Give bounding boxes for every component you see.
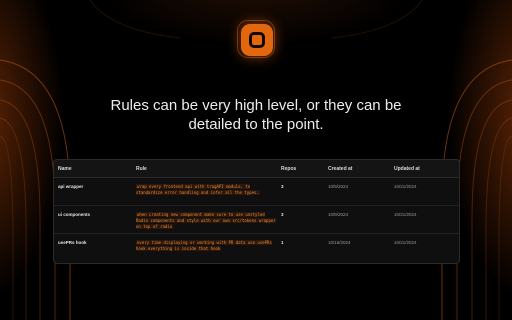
rule-name: api wrapper	[54, 177, 132, 206]
updated-date: 10/21/2024	[390, 205, 459, 234]
rule-text-cell: wrap every frontend api with tragAPI mod…	[132, 177, 277, 206]
updated-date: 10/21/2024	[390, 177, 459, 206]
rule-text: every time displaying or working with PR…	[136, 240, 272, 251]
rules-table: Name Rule Repos Created at Updated at ap…	[54, 160, 459, 261]
created-date: 10/9/2024	[324, 205, 390, 234]
rule-name: usePRs hook	[58, 240, 87, 245]
repos-count: 3	[277, 177, 324, 206]
rule-name: ui components	[54, 205, 132, 234]
table-row[interactable]: ui components when creating new componen…	[54, 205, 459, 234]
rule-text-cell: when creating new component make sure to…	[132, 205, 277, 234]
headline: Rules can be very high level, or they ca…	[110, 97, 402, 133]
app-logo-icon	[241, 24, 273, 56]
table-row[interactable]: api wrapper wrap every frontend api with…	[54, 177, 459, 206]
updated-date: 10/21/2024	[394, 240, 417, 245]
column-header-rule[interactable]: Rule	[132, 160, 277, 178]
column-header-created[interactable]: Created at	[324, 160, 390, 178]
column-header-updated[interactable]: Updated at	[390, 160, 459, 178]
table-row[interactable]: usePRs hook every time displaying or wor…	[54, 234, 459, 262]
created-date: 10/9/2024	[324, 177, 390, 206]
rule-text: when creating new component make sure to…	[136, 212, 276, 229]
rules-table-panel: Name Rule Repos Created at Updated at ap…	[53, 159, 460, 264]
column-header-name[interactable]: Name	[54, 160, 132, 178]
rule-text-cell: every time displaying or working with PR…	[132, 234, 277, 262]
rule-text: wrap every frontend api with tragAPI mod…	[136, 184, 260, 195]
column-header-repos[interactable]: Repos	[277, 160, 324, 178]
created-date: 10/16/2024	[328, 240, 351, 245]
logo-inner-square	[249, 32, 265, 48]
table-header-row: Name Rule Repos Created at Updated at	[54, 160, 459, 178]
repos-count: 1	[281, 240, 284, 245]
repos-count: 3	[277, 205, 324, 234]
